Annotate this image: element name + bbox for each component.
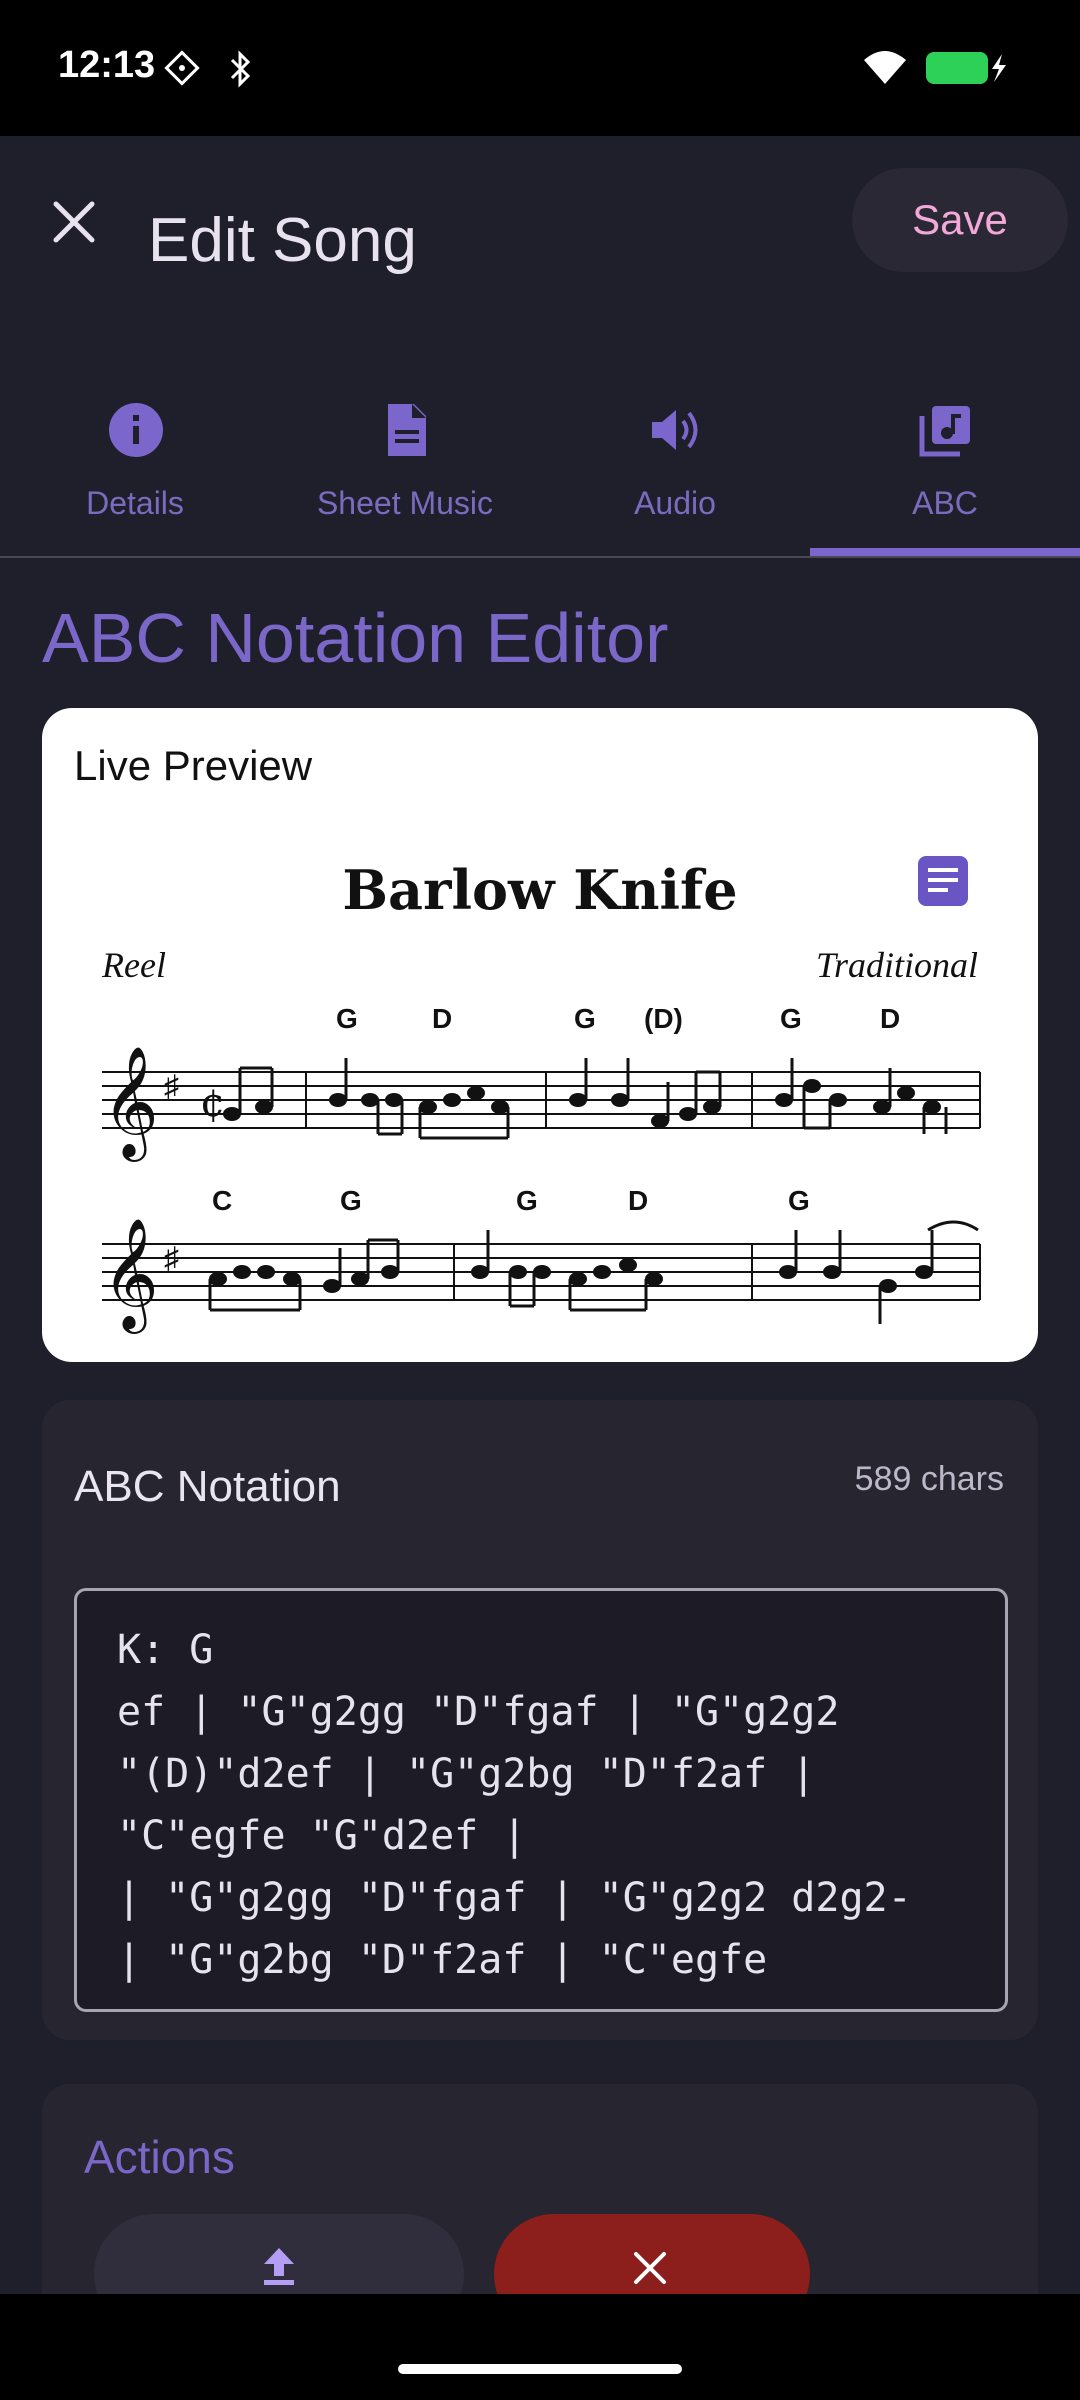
tab-label: ABC xyxy=(912,485,978,521)
wifi-icon xyxy=(864,51,906,84)
save-button[interactable]: Save xyxy=(852,168,1068,272)
bluetooth-icon xyxy=(230,50,251,88)
live-preview-card: Live Preview Barlow Knife Reel Tradition… xyxy=(42,708,1038,1362)
char-count: 589 chars xyxy=(854,1460,1004,1498)
navigation-bar xyxy=(0,2294,1080,2400)
rhythm-label: Reel xyxy=(102,945,166,985)
treble-clef-icon: 𝄞 xyxy=(102,1045,159,1162)
info-icon xyxy=(109,403,163,457)
close-icon[interactable] xyxy=(48,196,100,248)
tab-abc[interactable]: ABC xyxy=(810,380,1080,556)
abc-notation-text[interactable]: K: G ef | "G"g2gg "D"fgaf | "G"g2g2 "(D)… xyxy=(117,1619,912,1991)
tab-sheet-music[interactable]: Sheet Music xyxy=(270,380,540,556)
actions-card: Actions xyxy=(42,2084,1038,2294)
sheet-music-render: G D G (D) G D C G G D G 𝄞 ♯ ¢ 𝄞 ♯ xyxy=(102,1003,981,1334)
selected-tab-indicator xyxy=(810,548,1080,556)
home-indicator[interactable] xyxy=(398,2364,682,2374)
actions-title: Actions xyxy=(84,2131,235,2183)
status-bar: 12:13 xyxy=(0,0,1080,136)
tab-label: Details xyxy=(86,485,184,521)
song-title: Barlow Knife xyxy=(342,858,738,922)
abc-notation-label: ABC Notation xyxy=(74,1462,341,1511)
tab-label: Audio xyxy=(634,485,716,521)
cut-time-icon: ¢ xyxy=(200,1080,225,1126)
abc-notation-card: ABC Notation 589 chars K: G ef | "G"g2gg… xyxy=(42,1400,1038,2040)
chord-label: G xyxy=(788,1185,810,1216)
upload-button[interactable] xyxy=(94,2214,464,2294)
chord-label: D xyxy=(880,1003,900,1034)
tab-bar: Details Sheet Music Audio ABC xyxy=(0,380,1080,558)
chord-label: G xyxy=(516,1185,538,1216)
sharp-icon: ♯ xyxy=(164,1070,179,1103)
live-preview-label: Live Preview xyxy=(74,742,313,789)
tab-details[interactable]: Details xyxy=(0,380,270,556)
upload-icon xyxy=(264,2248,294,2285)
tab-audio[interactable]: Audio xyxy=(540,380,810,556)
chord-label: G xyxy=(340,1185,362,1216)
sharp-icon: ♯ xyxy=(164,1242,179,1275)
tab-label: Sheet Music xyxy=(316,485,494,521)
chord-label: D xyxy=(432,1003,452,1034)
chord-label: D xyxy=(628,1185,648,1216)
music-library-icon xyxy=(919,406,970,457)
composer-label: Traditional xyxy=(815,945,978,985)
abc-notation-input[interactable]: K: G ef | "G"g2gg "D"fgaf | "G"g2g2 "(D)… xyxy=(74,1588,1008,2012)
document-icon xyxy=(388,404,426,456)
chord-label: (D) xyxy=(644,1003,683,1034)
screen-icon xyxy=(164,50,200,86)
chord-label: G xyxy=(336,1003,358,1034)
editor-title: ABC Notation Editor xyxy=(42,599,669,677)
chord-label: G xyxy=(780,1003,802,1034)
speaker-icon xyxy=(652,410,698,450)
battery-charging-icon xyxy=(926,52,1006,84)
page-title: Edit Song xyxy=(148,206,417,275)
status-time: 12:13 xyxy=(58,44,156,86)
chord-label: G xyxy=(574,1003,596,1034)
treble-clef-icon: 𝄞 xyxy=(102,1217,159,1334)
tie-mark xyxy=(927,1220,979,1232)
close-icon xyxy=(634,2252,666,2284)
chord-label: C xyxy=(212,1185,232,1216)
delete-button[interactable] xyxy=(494,2214,810,2294)
document-icon[interactable] xyxy=(918,856,968,906)
